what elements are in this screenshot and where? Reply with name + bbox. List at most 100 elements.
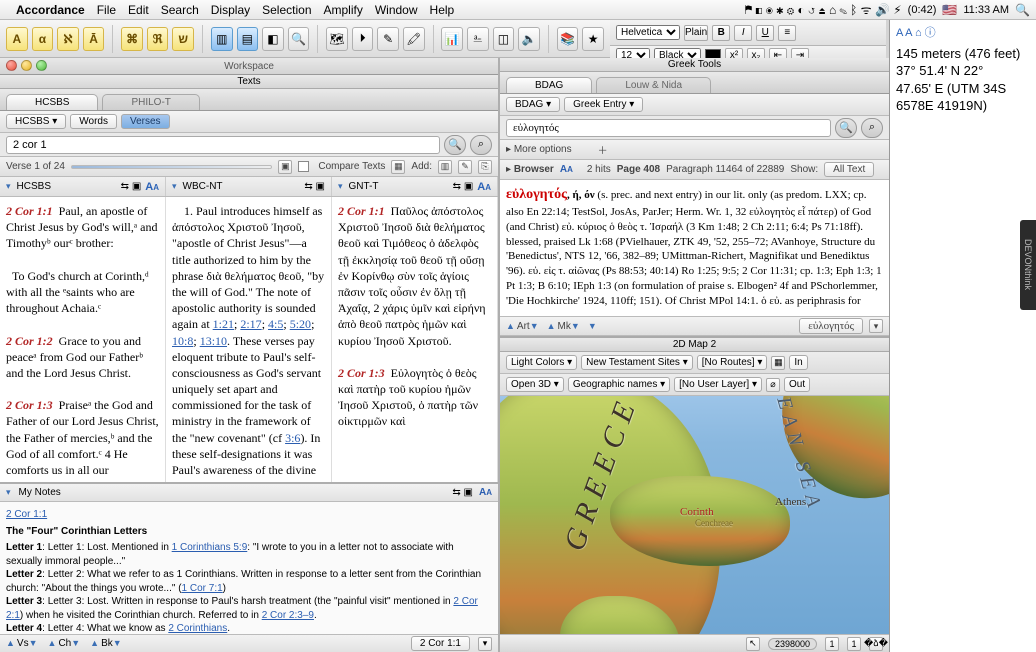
devonthink-tab[interactable]: DEVONthink bbox=[1020, 220, 1036, 310]
tab-hcsbs[interactable]: HCSBS bbox=[6, 94, 98, 110]
col3-name[interactable]: GNT-T bbox=[349, 181, 379, 192]
label-corinth[interactable]: Corinth bbox=[680, 506, 714, 518]
nav-bk[interactable]: ▲Bk▼ bbox=[90, 638, 124, 649]
font-style-select[interactable]: Plain bbox=[684, 25, 708, 41]
lexicon-entry[interactable]: εὐλογητός, ή, όν (s. prec. and next entr… bbox=[500, 180, 889, 316]
notes-title[interactable]: My Notes bbox=[19, 487, 61, 498]
tool-a2[interactable]: Ā bbox=[83, 27, 105, 51]
menubar-extra-icons[interactable]: ⚑ ◧ ⦿ ✱ ⚙ ◐ ↺ ⏏ ⌂ ✎ ᛒ ᯤ 🔊 ⚡︎ bbox=[745, 1, 902, 18]
tool-book[interactable]: ▥ bbox=[211, 27, 233, 51]
ft-l[interactable]: ▼ bbox=[588, 321, 599, 332]
ft-art[interactable]: ▲Art▼ bbox=[506, 321, 541, 332]
menu-edit[interactable]: Edit bbox=[128, 3, 149, 17]
add-notes-icon[interactable]: ✎ bbox=[458, 160, 472, 174]
tool-timeline[interactable]: ⏵ bbox=[352, 27, 374, 51]
col-hcsbs[interactable]: 2 Cor 1:1 Paul, an apostle of Christ Jes… bbox=[0, 197, 166, 482]
align-left-button[interactable]: ≡ bbox=[778, 25, 796, 41]
map-names-select[interactable]: Geographic names ▾ bbox=[568, 377, 670, 392]
map-toggle1[interactable]: ▦ bbox=[771, 356, 785, 370]
map-dd1[interactable]: 1 bbox=[825, 637, 839, 651]
map-3d-button[interactable]: Open 3D ▾ bbox=[506, 377, 564, 392]
compare-checkbox[interactable] bbox=[298, 161, 309, 172]
menu-selection[interactable]: Selection bbox=[262, 3, 311, 17]
tool-fav[interactable]: ★ bbox=[582, 27, 604, 51]
more-options[interactable]: More options bbox=[514, 144, 572, 155]
seg-words[interactable]: Words bbox=[70, 114, 117, 129]
instant-details-icons[interactable]: A A ⌂ ⓘ bbox=[896, 26, 1030, 41]
browser-toggle[interactable]: Browser bbox=[514, 164, 554, 175]
col1-name[interactable]: HCSBS bbox=[17, 181, 51, 192]
workspace-titlebar[interactable]: Workspace bbox=[0, 58, 498, 75]
map-toggle2[interactable]: ⌀ bbox=[766, 378, 780, 392]
tool-syntax[interactable]: ⎁ bbox=[467, 27, 489, 51]
search-history-button[interactable]: ⌕ bbox=[470, 135, 492, 155]
label-cenchreae[interactable]: Cenchreae bbox=[695, 518, 733, 528]
zoom-icon[interactable] bbox=[36, 60, 47, 71]
tool-word2[interactable]: ℜ bbox=[147, 27, 169, 51]
hits-bar[interactable] bbox=[71, 165, 272, 169]
notes-body[interactable]: 2 Cor 1:1 The "Four" Corinthian Letters … bbox=[0, 502, 498, 634]
underline-button[interactable]: U bbox=[756, 25, 774, 41]
tool-highlight[interactable]: 🖍 bbox=[403, 27, 425, 51]
app-name[interactable]: Accordance bbox=[16, 3, 85, 17]
footer-goto-field[interactable]: εὐλογητός bbox=[799, 318, 863, 334]
menu-amplify[interactable]: Amplify bbox=[324, 3, 363, 17]
nav-vs[interactable]: ▲Vs▼ bbox=[6, 638, 40, 649]
tab-louw-nida[interactable]: Louw & Nida bbox=[596, 77, 711, 93]
bold-button[interactable]: B bbox=[712, 25, 730, 41]
tool-search[interactable]: 🔍 bbox=[288, 27, 310, 51]
tool-mode-select[interactable]: Greek Entry ▾ bbox=[564, 97, 643, 112]
map-routes-select[interactable]: [No Routes] ▾ bbox=[697, 355, 768, 370]
menu-help[interactable]: Help bbox=[430, 3, 455, 17]
context-button[interactable]: ▦ bbox=[391, 160, 405, 174]
tab-philo-t[interactable]: PHILO-T bbox=[102, 94, 199, 110]
ft-mk[interactable]: ▲Mk▼ bbox=[547, 321, 582, 332]
tool-a1[interactable]: A bbox=[6, 27, 28, 51]
map-out-button[interactable]: Out bbox=[784, 377, 810, 392]
tool-search-input[interactable] bbox=[506, 119, 831, 137]
close-icon[interactable] bbox=[6, 60, 17, 71]
show-select[interactable]: All Text bbox=[824, 162, 874, 177]
tool-speech[interactable]: 🔈 bbox=[518, 27, 540, 51]
goto-history[interactable]: ▾ bbox=[478, 637, 492, 651]
tool-word1[interactable]: ⌘ bbox=[121, 27, 143, 51]
col-gnt[interactable]: 2 Cor 1:1 Παῦλος ἀπόστολος Χριστοῦ Ἰησοῦ… bbox=[332, 197, 498, 482]
map-dd2[interactable]: 1 bbox=[847, 637, 861, 651]
map-tool-arrow[interactable]: ↖ bbox=[746, 637, 760, 651]
tool-analysis[interactable]: 📊 bbox=[441, 27, 463, 51]
minimize-icon[interactable] bbox=[21, 60, 32, 71]
spotlight-icon[interactable]: 🔍 bbox=[1015, 3, 1030, 17]
map-in-button[interactable]: In bbox=[789, 355, 807, 370]
map-resize-icon[interactable]: �ձ� bbox=[869, 637, 883, 651]
tab-bdag[interactable]: BDAG bbox=[506, 77, 592, 93]
col2-name[interactable]: WBC-NT bbox=[183, 181, 223, 192]
tool-search-go[interactable]: 🔍 bbox=[835, 118, 857, 138]
map-canvas[interactable]: GREECE AEGEAN SEA Athens Corinth Cenchre… bbox=[500, 396, 889, 634]
texts-search-input[interactable] bbox=[6, 136, 440, 154]
menu-window[interactable]: Window bbox=[375, 3, 418, 17]
tool-parallel[interactable]: ▤ bbox=[237, 27, 259, 51]
tool-notes[interactable]: ✎ bbox=[377, 27, 399, 51]
menu-search[interactable]: Search bbox=[161, 3, 199, 17]
menu-display[interactable]: Display bbox=[211, 3, 250, 17]
nav-ch[interactable]: ▲Ch▼ bbox=[48, 638, 83, 649]
module-select[interactable]: HCSBS ▾ bbox=[6, 114, 66, 129]
search-go-button[interactable]: 🔍 bbox=[444, 135, 466, 155]
tool-user[interactable]: ◧ bbox=[262, 27, 284, 51]
tool-search-hist[interactable]: ⌕ bbox=[861, 118, 883, 138]
add-parallel-icon[interactable]: ▥ bbox=[438, 160, 452, 174]
tool-heb[interactable]: ש bbox=[172, 27, 194, 51]
map-userlayer-select[interactable]: [No User Layer] ▾ bbox=[674, 377, 762, 392]
details-button[interactable]: ▣ bbox=[278, 160, 292, 174]
tool-alpha[interactable]: α bbox=[32, 27, 54, 51]
map-sites-select[interactable]: New Testament Sites ▾ bbox=[581, 355, 693, 370]
clock[interactable]: 11:33 AM bbox=[963, 4, 1009, 16]
map-scale[interactable]: 2398000 bbox=[768, 638, 817, 650]
tool-aleph[interactable]: ℵ bbox=[57, 27, 79, 51]
flag-icon[interactable]: 🇺🇸 bbox=[942, 3, 957, 17]
footer-history[interactable]: ▾ bbox=[869, 319, 883, 333]
col-wbc[interactable]: 1. Paul introduces himself as ἀπόστολος … bbox=[166, 197, 332, 482]
tool-module-select[interactable]: BDAG ▾ bbox=[506, 97, 560, 112]
tool-map[interactable]: 🗺 bbox=[326, 27, 348, 51]
font-face-select[interactable]: Helvetica bbox=[616, 25, 680, 40]
